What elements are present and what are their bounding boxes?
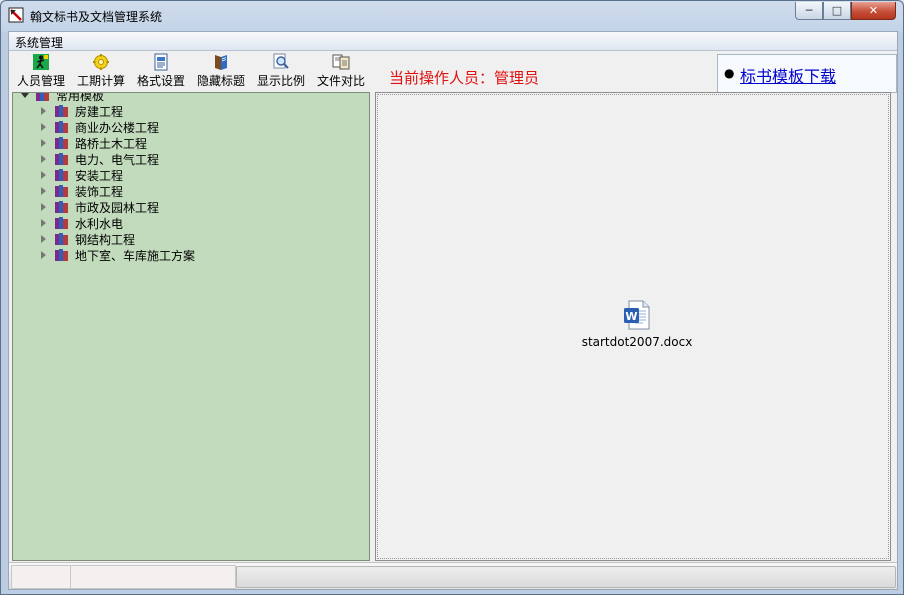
close-icon: ✕: [868, 4, 879, 17]
format-settings-button[interactable]: 格式设置: [133, 53, 189, 89]
expand-arrow-icon[interactable]: [41, 251, 46, 259]
expand-arrow-icon[interactable]: [41, 155, 46, 163]
magnifier-icon: [273, 53, 289, 69]
status-cell: [11, 565, 71, 589]
expand-arrow-icon[interactable]: [41, 123, 46, 131]
tree-item-label: 水利水电: [75, 216, 124, 231]
minimize-icon: ─: [805, 4, 813, 17]
book-stack-icon: [36, 93, 49, 101]
staff-management-button[interactable]: 人员管理: [13, 53, 69, 89]
title-bar[interactable]: 翰文标书及文档管理系统 ─ □ ✕: [1, 1, 903, 31]
word-document-icon: W: [624, 300, 650, 330]
bullet-icon: ●: [724, 66, 735, 80]
book-stack-icon: [55, 185, 68, 197]
template-tree[interactable]: 常用模板 房建工程 商业办公楼工程 路桥土木工程 电力、电气工程 安装工程 装饰…: [12, 92, 370, 561]
tree-item[interactable]: 商业办公楼工程: [41, 119, 159, 135]
collapse-arrow-icon[interactable]: [21, 93, 29, 98]
menu-system-management[interactable]: 系统管理: [15, 34, 63, 51]
book-stack-icon: [55, 105, 68, 117]
tree-item-label: 地下室、车库施工方案: [75, 248, 196, 263]
book-stack-icon: [55, 153, 68, 165]
status-bar: [9, 562, 897, 589]
book-stack-icon: [55, 233, 68, 245]
tree-item-label: 钢结构工程: [75, 232, 136, 247]
tree-item[interactable]: 安装工程: [41, 167, 123, 183]
book-stack-icon: [55, 249, 68, 261]
expand-arrow-icon[interactable]: [41, 171, 46, 179]
zoom-ratio-button[interactable]: 显示比例: [253, 53, 309, 89]
tree-item-label: 路桥土木工程: [75, 136, 148, 151]
svg-text:W: W: [625, 310, 637, 323]
template-download-link[interactable]: 标书模板下载: [740, 63, 836, 87]
minimize-button[interactable]: ─: [795, 2, 823, 20]
schedule-calc-label: 工期计算: [76, 74, 125, 88]
tree-item-label: 市政及园林工程: [75, 200, 160, 215]
tree-item[interactable]: 电力、电气工程: [41, 151, 159, 167]
file-name: startdot2007.docx: [581, 335, 693, 349]
hide-title-label: 隐藏标题: [196, 74, 245, 88]
window-controls: ─ □ ✕: [795, 2, 896, 21]
tree-item-label: 电力、电气工程: [75, 152, 160, 167]
tree-root[interactable]: 常用模板: [21, 93, 104, 103]
file-item[interactable]: W startdot2007.docx: [572, 299, 702, 349]
expand-arrow-icon[interactable]: [41, 187, 46, 195]
tree-item-label: 房建工程: [75, 104, 124, 119]
book-stack-icon: [55, 217, 68, 229]
close-button[interactable]: ✕: [851, 2, 896, 20]
schedule-calc-button[interactable]: 工期计算: [73, 53, 129, 89]
tree-item[interactable]: 房建工程: [41, 103, 123, 119]
book-stack-icon: [55, 169, 68, 181]
maximize-icon: □: [831, 4, 843, 17]
book-icon: [215, 55, 227, 70]
zoom-ratio-label: 显示比例: [256, 74, 305, 88]
tree-item[interactable]: 钢结构工程: [41, 231, 135, 247]
tree-item[interactable]: 路桥土木工程: [41, 135, 147, 151]
download-panel: ● 标书模板下载: [717, 54, 897, 93]
client-area: 系统管理 人员管理 工期计算 格式设置 隐藏标题 显示比例 文件对比 当前操作人…: [8, 31, 898, 590]
expand-arrow-icon[interactable]: [41, 139, 46, 147]
staff-management-label: 人员管理: [16, 74, 65, 88]
tree-item-label: 安装工程: [75, 168, 124, 183]
tree-item[interactable]: 市政及园林工程: [41, 199, 159, 215]
tree-item-label: 装饰工程: [75, 184, 124, 199]
app-window: 翰文标书及文档管理系统 ─ □ ✕ 系统管理 人员管理 工期计算 格式设置 隐藏…: [0, 0, 904, 595]
tree-item[interactable]: 地下室、车库施工方案: [41, 247, 195, 263]
calculator-gear-icon: [93, 54, 109, 70]
expand-arrow-icon[interactable]: [41, 219, 46, 227]
hide-title-button[interactable]: 隐藏标题: [193, 53, 249, 89]
expand-arrow-icon[interactable]: [41, 107, 46, 115]
file-compare-button[interactable]: 文件对比: [313, 53, 369, 89]
status-progress-bar: [236, 566, 896, 588]
file-view-pane[interactable]: W startdot2007.docx: [375, 92, 891, 561]
compare-icon: [332, 54, 350, 70]
app-icon: [8, 7, 24, 23]
expand-arrow-icon[interactable]: [41, 235, 46, 243]
format-settings-label: 格式设置: [136, 74, 185, 88]
person-walk-icon: [33, 54, 49, 70]
book-stack-icon: [55, 121, 68, 133]
tree-item-label: 商业办公楼工程: [75, 120, 160, 135]
status-cell: [70, 565, 236, 589]
window-title: 翰文标书及文档管理系统: [30, 10, 163, 24]
tree-item[interactable]: 水利水电: [41, 215, 123, 231]
current-operator-label: 当前操作人员：管理员: [389, 69, 540, 87]
book-stack-icon: [55, 137, 68, 149]
maximize-button[interactable]: □: [823, 2, 851, 20]
expand-arrow-icon[interactable]: [41, 203, 46, 211]
file-compare-label: 文件对比: [316, 74, 365, 88]
book-stack-icon: [55, 201, 68, 213]
format-doc-icon: [154, 53, 168, 71]
menu-bar: 系统管理: [9, 32, 897, 51]
tree-item[interactable]: 装饰工程: [41, 183, 123, 199]
